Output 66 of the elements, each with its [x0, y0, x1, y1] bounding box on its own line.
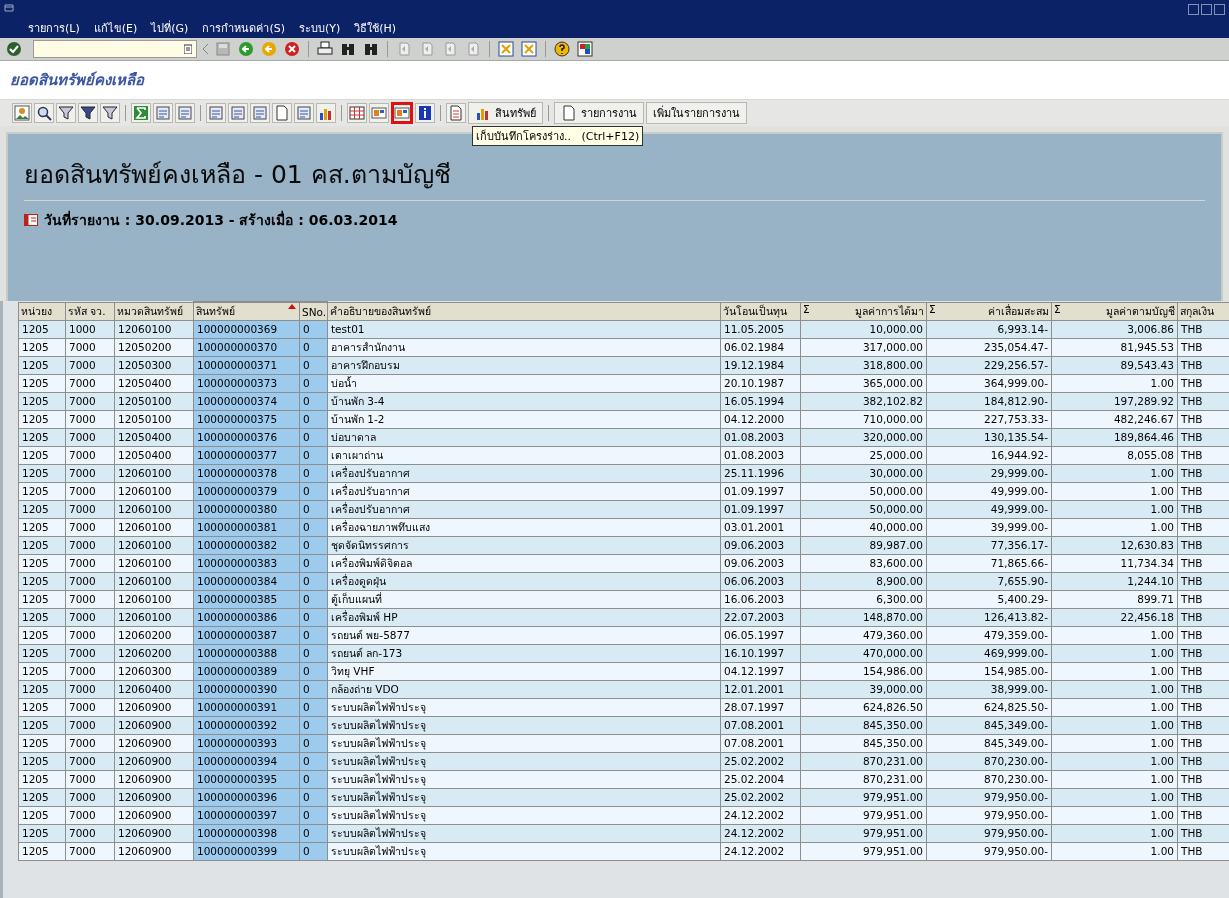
toolbar-button[interactable] — [369, 103, 389, 123]
report-title: ยอดสินทรัพย์คงเหลือ - 01 คส.ตามบัญชี — [24, 154, 1205, 201]
save-icon — [215, 41, 231, 57]
toolbar-button[interactable] — [282, 39, 302, 59]
menu-item[interactable]: รายการ(L) — [28, 19, 80, 37]
toolbar-button[interactable] — [575, 39, 595, 59]
menu-item[interactable]: การกำหนดค่า(S) — [202, 19, 285, 37]
list-icon — [448, 105, 464, 121]
maximize-icon[interactable] — [1201, 3, 1212, 15]
column-header[interactable]: Σ มูลค่าตามบัญชี — [1051, 302, 1178, 321]
column-header[interactable]: Σ มูลค่าการได้มา — [800, 302, 927, 321]
toolbar-button[interactable]: รายการงาน — [554, 102, 644, 124]
column-header[interactable]: Σ ค่าเสื่อมสะสม — [926, 302, 1052, 321]
details-icon — [14, 105, 30, 121]
previous-page-icon — [419, 41, 435, 57]
toolbar-button[interactable] — [552, 39, 572, 59]
sum-icon — [133, 105, 149, 121]
toolbar-button[interactable] — [347, 103, 367, 123]
column-header[interactable]: SNo. — [299, 302, 328, 321]
filter-icon — [80, 105, 96, 121]
column-header[interactable]: สกุลเงิน — [1177, 302, 1229, 321]
column-header[interactable]: คำอธิบายของสินทรัพย์ — [327, 302, 721, 321]
info-icon — [417, 105, 433, 121]
exit-icon — [261, 41, 277, 57]
column-header[interactable]: หมวดสินทรัพย์ — [114, 302, 194, 321]
calendar-icon — [24, 214, 38, 226]
check-icon — [6, 41, 22, 57]
menu-item[interactable]: แก้ไข(E) — [93, 19, 138, 37]
column-header[interactable]: รหัส จว. — [65, 302, 115, 321]
toolbar-button[interactable] — [12, 103, 32, 123]
screen-title: ยอดสินทรัพย์คงเหลือ — [10, 70, 144, 91]
print-icon — [317, 41, 333, 57]
next-page-icon — [442, 41, 458, 57]
zoom-icon — [36, 105, 52, 121]
first-page-icon — [396, 41, 412, 57]
window-menu-icon[interactable] — [4, 4, 14, 14]
tooltip: เก็บบันทึกโครงร่าง.. (Ctrl+F12) — [472, 126, 644, 146]
toolbar-button[interactable] — [78, 103, 98, 123]
last-page-icon — [465, 41, 481, 57]
column-layout-icon — [371, 105, 387, 121]
layout-save-icon — [394, 105, 410, 121]
command-field[interactable] — [33, 40, 197, 58]
toolbar-button[interactable] — [316, 103, 336, 123]
toolbar-button[interactable] — [34, 103, 54, 123]
toolbar-button[interactable]: เพิ่มในรายการงาน — [646, 102, 747, 124]
grid-icon — [349, 105, 365, 121]
menu-item[interactable]: ระบบ(Y) — [298, 19, 341, 37]
column-header[interactable]: หน่วยง — [18, 302, 66, 321]
cancel-icon — [284, 41, 300, 57]
toolbar-button[interactable]: สินทรัพย์ — [468, 102, 543, 124]
dropdown-icon[interactable] — [184, 44, 192, 54]
filter-delete-icon — [102, 105, 118, 121]
column-header[interactable]: วันโอนเป็นทุน — [720, 302, 801, 321]
enter-button[interactable] — [4, 39, 24, 59]
report-date-line: วันที่รายงาน : 30.09.2013 - สร้างเมื่อ : 06.03.2014 — [44, 209, 398, 230]
help-icon — [554, 41, 570, 57]
column-header[interactable]: สินทรัพย์ — [193, 302, 300, 321]
toolbar-button[interactable] — [415, 103, 435, 123]
menu-item[interactable]: ไปที่(G) — [151, 19, 189, 37]
document-icon — [561, 105, 577, 121]
menu-item[interactable]: วิธีใช้(H) — [354, 19, 397, 37]
text-document-icon — [274, 105, 290, 121]
toolbar-button[interactable] — [391, 102, 413, 124]
back-icon — [238, 41, 254, 57]
toolbar-button[interactable] — [100, 103, 120, 123]
layout-icon — [577, 41, 593, 57]
